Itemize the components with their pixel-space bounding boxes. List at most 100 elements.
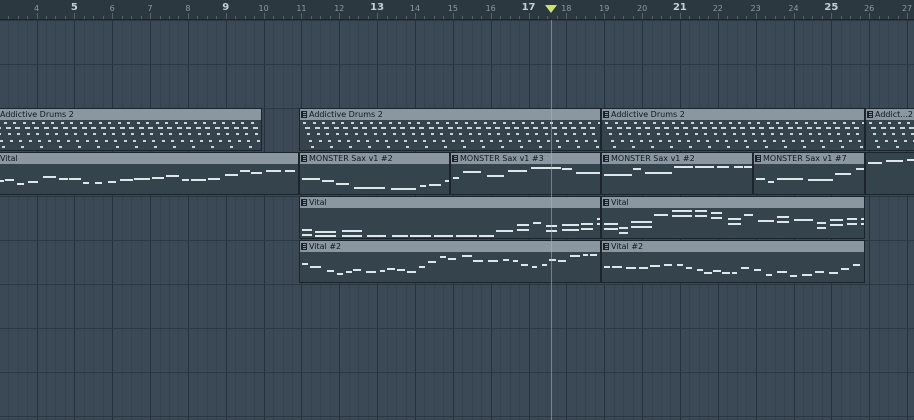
ruler-bar-label: 13 <box>370 2 385 13</box>
ruler-tick <box>121 16 123 19</box>
note <box>486 175 505 178</box>
note <box>696 140 700 142</box>
note <box>5 127 11 129</box>
pattern-clip[interactable]: MONSTER Sax v1 #3 <box>450 152 601 195</box>
note <box>727 218 742 221</box>
clip-header[interactable]: Addictive Drums 2 <box>300 109 600 120</box>
pattern-clip[interactable]: MONSTER Sax v1 #7 <box>753 152 865 195</box>
clip-notes <box>602 164 752 194</box>
note <box>47 140 51 142</box>
note <box>808 179 833 182</box>
note <box>461 254 473 257</box>
note <box>32 122 35 124</box>
clip-menu-icon[interactable] <box>301 243 307 250</box>
ruler-tick <box>717 13 719 19</box>
note <box>525 133 529 135</box>
note <box>677 264 683 267</box>
note <box>854 127 859 129</box>
clip-header[interactable]: Vital <box>300 197 600 208</box>
note <box>632 168 641 171</box>
clip-name: Addictive Drums 2 <box>309 110 383 119</box>
pattern-clip[interactable]: Vital <box>601 196 865 239</box>
note <box>225 174 238 177</box>
note <box>385 140 388 142</box>
note <box>554 133 557 135</box>
note <box>456 235 477 237</box>
clip-menu-icon[interactable] <box>603 243 609 250</box>
clip-header[interactable]: Addictive Drums 2 <box>0 109 261 120</box>
clip-menu-icon[interactable] <box>301 155 307 162</box>
clip-menu-icon[interactable] <box>603 111 609 118</box>
note <box>373 133 377 135</box>
clip-header[interactable]: MONSTER Sax v1 #2 <box>602 153 752 164</box>
clip-notes <box>602 252 864 282</box>
note <box>767 180 775 183</box>
clip-header[interactable]: Vital #2 <box>602 241 864 252</box>
note <box>658 140 662 142</box>
note <box>360 122 363 124</box>
note <box>706 140 709 142</box>
pattern-clip[interactable]: Vital <box>0 152 299 195</box>
beat-line <box>83 20 85 420</box>
clip-header[interactable]: MONSTER Sax v1 #3 <box>451 153 600 164</box>
ruler-tick <box>500 16 502 19</box>
ruler-tick <box>178 16 180 19</box>
pattern-clip[interactable]: Addictive Drums 2 <box>0 108 262 151</box>
note <box>59 146 62 148</box>
note <box>392 133 396 135</box>
clip-menu-icon[interactable] <box>867 111 873 118</box>
pattern-clip[interactable]: Addictive Drums 2 <box>299 108 601 151</box>
ruler-tick <box>490 13 492 19</box>
pattern-clip[interactable]: Addictive Drums 2 <box>601 108 865 151</box>
pattern-clip[interactable]: Addict...2 # <box>865 108 914 151</box>
note <box>314 127 320 129</box>
ruler-tick <box>528 13 530 19</box>
pattern-clip[interactable]: Vital <box>299 196 601 239</box>
note <box>89 122 92 124</box>
note <box>487 133 491 135</box>
note <box>0 133 1 135</box>
clip-header[interactable]: MONSTER Sax v1 #7 <box>754 153 864 164</box>
clip-menu-icon[interactable] <box>603 199 609 206</box>
note <box>580 222 594 225</box>
playhead-marker[interactable] <box>545 5 558 13</box>
ruler-tick <box>320 16 322 19</box>
note <box>212 122 216 124</box>
note <box>650 264 661 267</box>
pattern-clip[interactable] <box>865 152 914 195</box>
clip-menu-icon[interactable] <box>755 155 761 162</box>
ruler-tick <box>575 16 577 19</box>
clip-header[interactable]: Addict...2 # <box>866 109 914 120</box>
ruler-tick <box>263 13 265 19</box>
note <box>311 146 314 148</box>
timeline-ruler[interactable]: 4 5 6 7 8 9 10 11 12 13 14 15 16 17 18 19 20 21 22 23 24 25 26… <box>0 0 914 20</box>
playlist-grid[interactable]: Addictive Drums 2 Addictive Drums 2 Addict… <box>0 20 914 420</box>
note <box>512 259 518 262</box>
clip-header[interactable]: Vital <box>0 153 298 164</box>
note <box>233 127 239 129</box>
note <box>882 133 886 135</box>
ruler-bar-label: 9 <box>222 2 230 13</box>
ruler-tick <box>159 16 161 19</box>
clip-menu-icon[interactable] <box>301 199 307 206</box>
clip-menu-icon[interactable] <box>452 155 458 162</box>
note <box>672 210 693 212</box>
clip-menu-icon[interactable] <box>603 155 609 162</box>
clip-header[interactable]: MONSTER Sax v1 #2 <box>300 153 449 164</box>
ruler-tick <box>310 16 312 19</box>
pattern-clip[interactable]: MONSTER Sax v1 #2 <box>299 152 450 195</box>
pattern-clip[interactable]: Vital #2 <box>601 240 865 283</box>
clip-header[interactable]: Vital <box>602 197 864 208</box>
note <box>542 127 548 129</box>
note <box>823 122 827 124</box>
clip-header[interactable]: Addictive Drums 2 <box>602 109 864 120</box>
note <box>749 127 755 129</box>
clip-header[interactable]: Vital #2 <box>300 241 600 252</box>
note <box>723 133 726 135</box>
pattern-clip[interactable]: Vital #2 <box>299 240 601 283</box>
note <box>892 133 895 135</box>
ruler-tick <box>415 13 416 19</box>
pattern-clip[interactable]: MONSTER Sax v1 #2 <box>601 152 753 195</box>
clip-menu-icon[interactable] <box>301 111 307 118</box>
note <box>375 140 379 142</box>
